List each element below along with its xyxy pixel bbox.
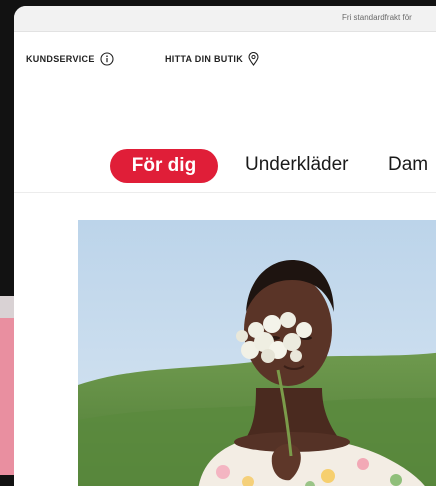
hero-illustration — [78, 220, 436, 486]
category-nav — [14, 146, 436, 194]
location-pin-icon — [248, 52, 259, 66]
announcement-text: Fri standardfrakt för — [342, 13, 412, 22]
info-circle-icon — [100, 52, 114, 66]
tab-underklader[interactable]: Underkläder — [245, 154, 349, 176]
nav-divider — [14, 192, 436, 193]
tab-for-dig[interactable]: För dig — [110, 149, 218, 183]
find-store-link[interactable]: HITTA DIN BUTIK — [165, 52, 259, 66]
browser-window: Fri standardfrakt för KUNDSERVICE HITTA … — [14, 6, 436, 486]
customer-service-label: KUNDSERVICE — [26, 54, 95, 64]
find-store-label: HITTA DIN BUTIK — [165, 54, 243, 64]
customer-service-link[interactable]: KUNDSERVICE — [26, 52, 114, 66]
tab-dam[interactable]: Dam — [388, 154, 428, 176]
announcement-bar: Fri standardfrakt för — [14, 6, 436, 32]
hero-banner-image[interactable] — [78, 220, 436, 486]
